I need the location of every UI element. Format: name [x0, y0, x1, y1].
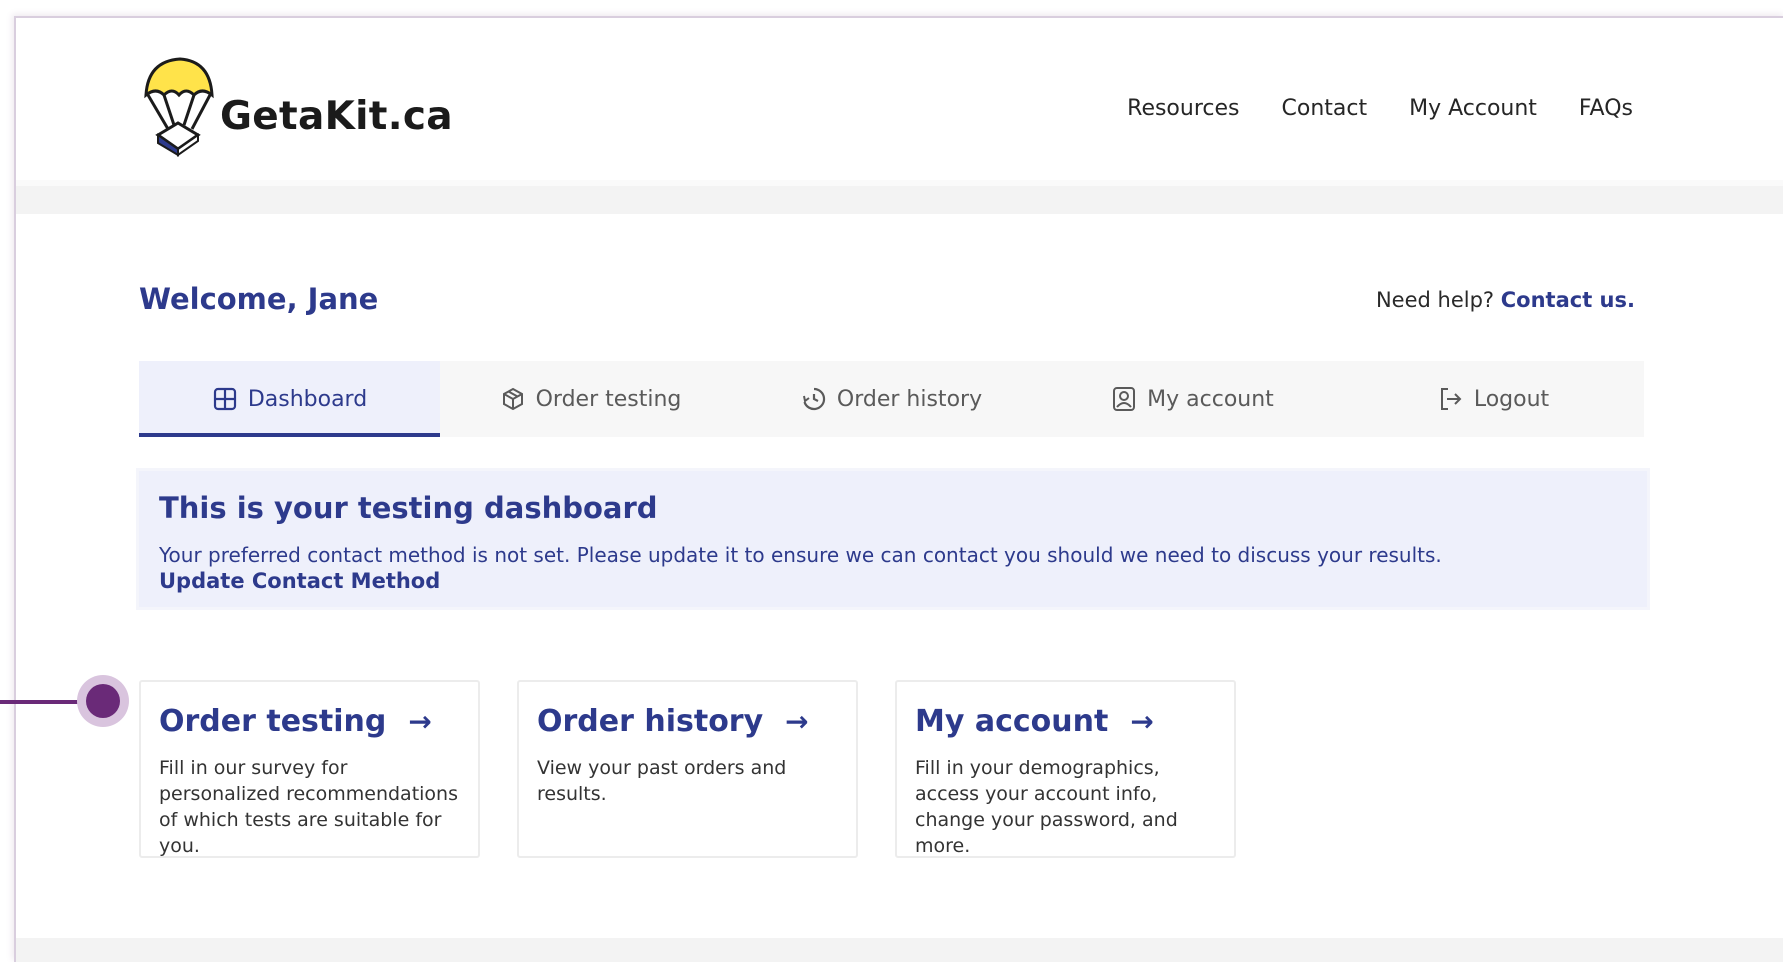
tab-logout[interactable]: Logout — [1343, 361, 1644, 437]
logo-text: GetaKit.ca — [220, 93, 453, 139]
update-contact-method-link[interactable]: Update Contact Method — [159, 569, 440, 593]
card-title: Order history → — [537, 704, 838, 739]
card-order-testing[interactable]: Order testing → Fill in our survey for p… — [139, 680, 480, 858]
arrow-right-icon: → — [785, 705, 809, 738]
card-title-text: Order testing — [159, 704, 387, 739]
history-icon — [802, 387, 826, 411]
dashboard-tabs: Dashboard Order testing Order history My… — [139, 361, 1644, 437]
tab-label: Order testing — [535, 386, 682, 412]
tab-label: Dashboard — [247, 386, 368, 412]
top-nav: Resources Contact My Account FAQs — [1127, 96, 1633, 121]
logout-icon — [1440, 388, 1462, 410]
arrow-right-icon: → — [1130, 705, 1154, 738]
logo[interactable]: GetaKit.ca — [138, 46, 453, 166]
tab-dashboard[interactable]: Dashboard — [139, 361, 440, 437]
help-prefix: Need help? — [1375, 288, 1495, 312]
browser-frame: GetaKit.ca Resources Contact My Account … — [14, 16, 1783, 962]
annotation-pointer-dot — [86, 684, 120, 718]
tab-order-history[interactable]: Order history — [741, 361, 1042, 437]
arrow-right-icon: → — [408, 705, 432, 738]
tab-label: Logout — [1473, 386, 1550, 412]
dashboard-cards: Order testing → Fill in our survey for p… — [139, 680, 1236, 858]
card-title-text: Order history — [537, 704, 764, 739]
header-divider — [16, 186, 1783, 214]
grid-icon — [213, 387, 236, 411]
nav-link-resources[interactable]: Resources — [1127, 96, 1239, 121]
welcome-heading: Welcome, Jane — [139, 282, 379, 316]
dashboard-alert: This is your testing dashboard Your pref… — [136, 468, 1650, 610]
help-text: Need help? Contact us. — [1376, 288, 1635, 312]
alert-message: Your preferred contact method is not set… — [159, 543, 1442, 567]
dashboard-main: Welcome, Jane Need help? Contact us. Das… — [16, 214, 1783, 938]
tab-order-testing[interactable]: Order testing — [440, 361, 741, 437]
card-title: Order testing → — [159, 704, 460, 739]
card-title: My account → — [915, 704, 1216, 739]
card-my-account[interactable]: My account → Fill in your demographics, … — [895, 680, 1236, 858]
tab-my-account[interactable]: My account — [1042, 361, 1343, 437]
site-header: GetaKit.ca Resources Contact My Account … — [16, 18, 1783, 180]
nav-link-contact[interactable]: Contact — [1282, 96, 1368, 121]
alert-title: This is your testing dashboard — [159, 491, 658, 525]
nav-link-faqs[interactable]: FAQs — [1579, 96, 1633, 121]
tab-label: My account — [1147, 386, 1274, 412]
card-description: View your past orders and results. — [537, 757, 787, 805]
page-footer — [16, 938, 1783, 962]
card-order-history[interactable]: Order history → View your past orders an… — [517, 680, 858, 858]
contact-us-link[interactable]: Contact us. — [1501, 288, 1635, 312]
nav-link-my-account[interactable]: My Account — [1409, 96, 1537, 121]
card-title-text: My account — [915, 704, 1109, 739]
card-description: Fill in our survey for personalized reco… — [159, 757, 458, 857]
user-icon — [1113, 387, 1136, 411]
box-icon — [502, 387, 523, 411]
card-description: Fill in your demographics, access your a… — [915, 757, 1178, 857]
parachute-logo-icon — [144, 57, 214, 157]
tab-label: Order history — [836, 386, 983, 412]
